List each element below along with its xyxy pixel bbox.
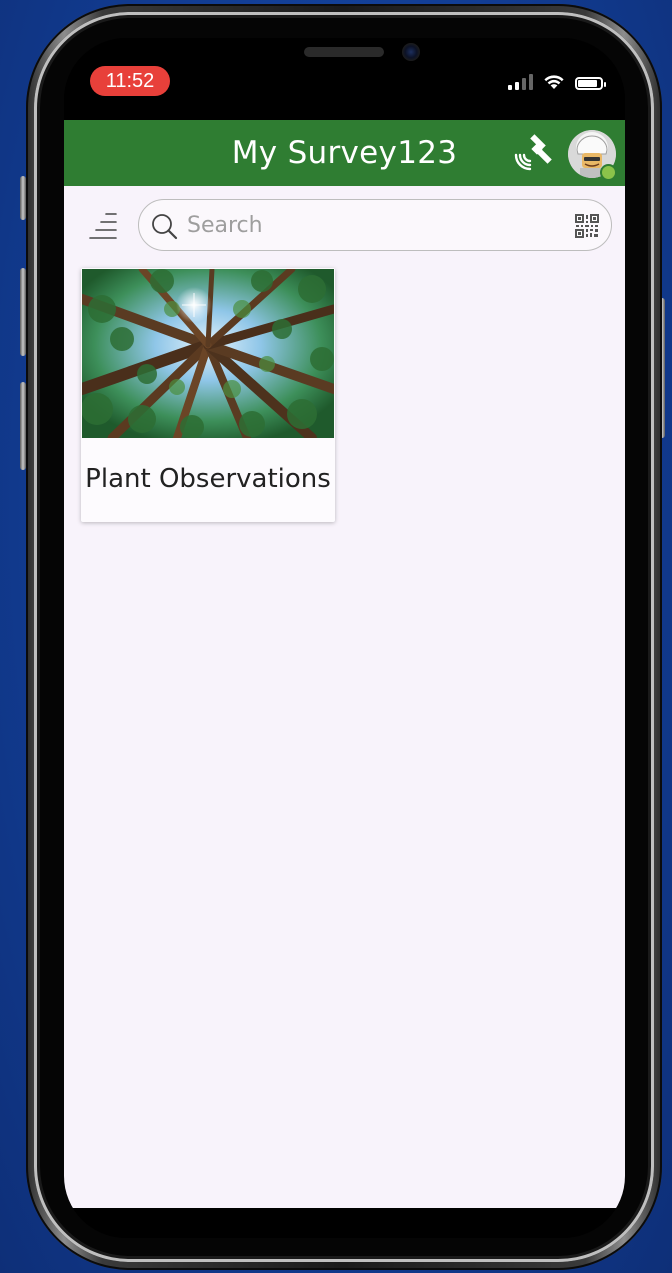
notch [188,38,500,84]
search-input[interactable] [187,208,547,242]
survey-title: Plant Observations [85,464,331,494]
front-camera [402,43,420,61]
menu-button[interactable] [86,208,122,244]
qr-code-scan-icon[interactable] [575,214,599,238]
menu-icon [89,213,117,239]
speaker-grille [304,47,384,57]
survey-gallery: Plant Observations [64,186,625,1208]
survey-card[interactable]: Plant Observations [81,268,335,522]
online-status-indicator [600,164,617,181]
search-icon [152,214,178,240]
satellite-icon [514,134,552,171]
cellular-signal-icon [508,74,533,90]
wifi-icon [544,75,564,89]
status-icons [508,74,606,90]
status-time: 11:52 [90,66,170,96]
phone-screen: 11:52 My Survey123 Search Plant Observat… [64,38,625,1238]
battery-icon [575,77,606,90]
survey-thumbnail-image [82,269,334,438]
search-bar[interactable] [138,199,612,251]
app-header: My Survey123 [64,120,625,186]
location-status-button[interactable] [512,133,552,173]
home-indicator-area [64,1208,625,1238]
